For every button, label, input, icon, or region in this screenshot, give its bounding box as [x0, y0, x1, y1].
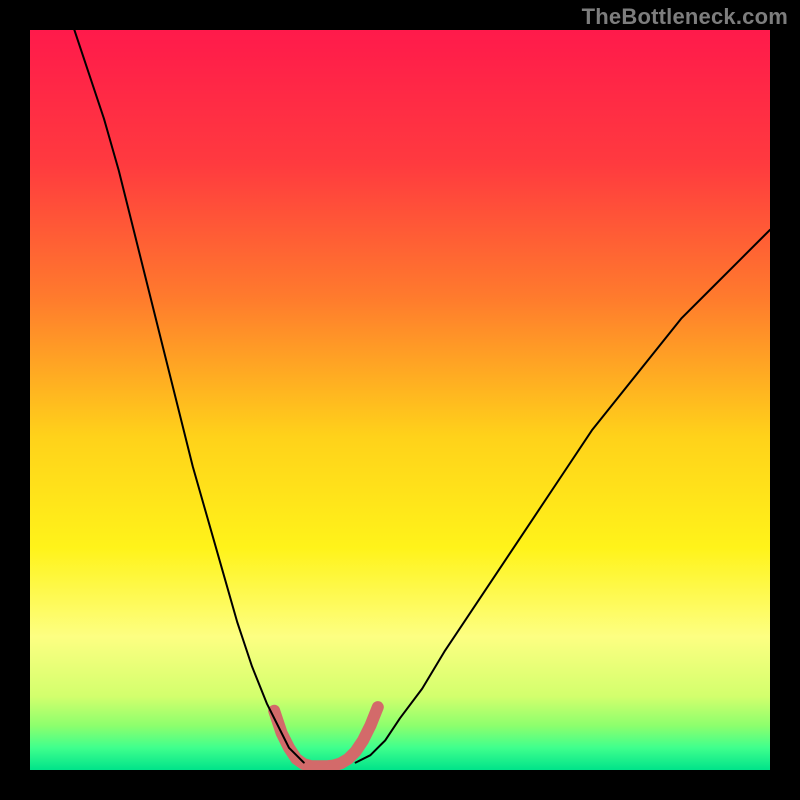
- watermark-text: TheBottleneck.com: [582, 4, 788, 30]
- bottleneck-chart: [30, 30, 770, 770]
- chart-frame: TheBottleneck.com: [0, 0, 800, 800]
- chart-background-gradient: [30, 30, 770, 770]
